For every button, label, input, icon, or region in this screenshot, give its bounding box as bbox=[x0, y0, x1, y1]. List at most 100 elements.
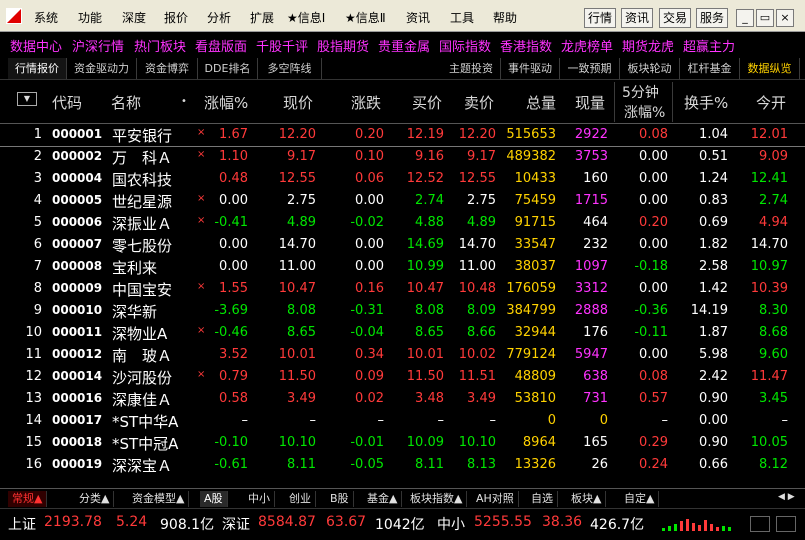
menu-news[interactable]: 资讯 bbox=[406, 9, 430, 26]
tab-sector-rotation[interactable]: 板块轮动 bbox=[620, 58, 680, 79]
table-row[interactable]: 14 000017 *ST中华A – – – – – 0 0 – 0.00 – bbox=[0, 410, 805, 432]
col-change[interactable]: 涨跌 bbox=[351, 92, 381, 113]
col-5min-pct[interactable]: 涨幅% bbox=[624, 102, 665, 122]
trade-button[interactable]: 交易 bbox=[659, 8, 691, 28]
row-index: 14 bbox=[25, 413, 42, 428]
quicklink-layout[interactable]: 看盘版面 bbox=[195, 36, 247, 55]
quicklink-hs-market[interactable]: 沪深行情 bbox=[72, 36, 124, 55]
close-icon[interactable]: × bbox=[776, 9, 794, 27]
table-row[interactable]: 2 000002 万 科Ａ × 1.10 9.17 0.10 9.16 9.17 489382 37… bbox=[0, 146, 805, 168]
menu-info-1[interactable]: ★信息Ⅰ bbox=[287, 9, 325, 26]
restore-icon[interactable]: ▭ bbox=[756, 9, 774, 27]
col-5min[interactable]: 5分钟 bbox=[622, 82, 659, 102]
tab-scroll-arrows-icon[interactable]: ◀ ▶ bbox=[778, 492, 795, 502]
btab-b-share[interactable]: B股 bbox=[326, 491, 354, 507]
table-row[interactable]: 3 000004 国农科技 0.48 12.55 0.06 12.52 12.55 10433 1… bbox=[0, 168, 805, 190]
sz-index-value[interactable]: 8584.87 bbox=[258, 514, 316, 530]
btab-regular[interactable]: 常规▲ bbox=[8, 491, 48, 507]
menu-quote[interactable]: 报价 bbox=[164, 9, 188, 26]
col-bid[interactable]: 买价 bbox=[412, 92, 442, 113]
table-row[interactable]: 1 000001 平安银行 × 1.67 12.20 0.20 12.19 12.20 51565… bbox=[0, 124, 805, 147]
row-turnover: 0.51 bbox=[699, 149, 728, 164]
app-logo-icon[interactable] bbox=[6, 8, 22, 24]
service-button[interactable]: 服务 bbox=[696, 8, 728, 28]
col-pct-change[interactable]: 涨幅% bbox=[204, 92, 248, 113]
btab-ah-compare[interactable]: AH对照 bbox=[472, 491, 519, 507]
quicklink-main-force[interactable]: 超赢主力 bbox=[683, 36, 735, 55]
table-row[interactable]: 5 000006 深振业Ａ × -0.41 4.89 -0.02 4.88 4.89 91715 4… bbox=[0, 212, 805, 234]
menu-help[interactable]: 帮助 bbox=[493, 9, 517, 26]
menu-info-2[interactable]: ★信息Ⅱ bbox=[345, 9, 386, 26]
quicklink-intl-index[interactable]: 国际指数 bbox=[439, 36, 491, 55]
row-pct-change: -0.61 bbox=[214, 457, 248, 472]
quicklink-data-center[interactable]: 数据中心 bbox=[10, 36, 62, 55]
btab-fund[interactable]: 基金▲ bbox=[363, 491, 403, 507]
tab-event-drive[interactable]: 事件驱动 bbox=[501, 58, 560, 79]
quicklink-hk-index[interactable]: 香港指数 bbox=[500, 36, 552, 55]
table-row[interactable]: 4 000005 世纪星源 × 0.00 2.75 0.00 2.74 2.75 75459 171… bbox=[0, 190, 805, 212]
btab-sme[interactable]: 中小 bbox=[244, 491, 275, 507]
col-price[interactable]: 现价 bbox=[283, 92, 313, 113]
tab-theme-invest[interactable]: 主题投资 bbox=[442, 58, 501, 79]
row-change: -0.02 bbox=[350, 215, 384, 230]
table-row[interactable]: 8 000009 中国宝安 × 1.55 10.47 0.16 10.47 10.48 17605… bbox=[0, 278, 805, 300]
table-row[interactable]: 12 000014 沙河股份 × 0.79 11.50 0.09 11.50 11.51 4880… bbox=[0, 366, 805, 388]
quicklink-futures-dragon[interactable]: 期货龙虎 bbox=[622, 36, 674, 55]
menu-function[interactable]: 功能 bbox=[78, 9, 102, 26]
tab-fund-game[interactable]: 资金博弈 bbox=[137, 58, 198, 79]
tab-dde-rank[interactable]: DDE排名 bbox=[198, 58, 258, 79]
menu-tools[interactable]: 工具 bbox=[450, 9, 474, 26]
column-menu-button[interactable]: ▼ bbox=[17, 92, 37, 106]
btab-sector-index[interactable]: 板块指数▲ bbox=[406, 491, 468, 507]
tab-long-short[interactable]: 多空阵线 bbox=[258, 58, 322, 79]
table-row[interactable]: 7 000008 宝利来 0.00 11.00 0.00 10.99 11.00 38037 10… bbox=[0, 256, 805, 278]
row-turnover: 0.83 bbox=[699, 193, 728, 208]
col-volume[interactable]: 总量 bbox=[526, 92, 556, 113]
table-row[interactable]: 6 000007 零七股份 0.00 14.70 0.00 14.69 14.70 33547 2… bbox=[0, 234, 805, 256]
btab-chinext[interactable]: 创业 bbox=[285, 491, 316, 507]
btab-custom[interactable]: 自定▲ bbox=[620, 491, 660, 507]
row-5min-pct: 0.57 bbox=[639, 391, 668, 406]
tab-consensus[interactable]: 一致预期 bbox=[560, 58, 620, 79]
col-dot: • bbox=[181, 96, 187, 107]
tab-leverage-fund[interactable]: 杠杆基金 bbox=[680, 58, 740, 79]
col-code[interactable]: 代码 bbox=[52, 92, 82, 113]
btab-watchlist[interactable]: 自选 bbox=[527, 491, 558, 507]
sh-index-value[interactable]: 2193.78 bbox=[44, 514, 102, 530]
row-bid: 10.99 bbox=[406, 259, 444, 274]
menu-depth[interactable]: 深度 bbox=[122, 9, 146, 26]
tab-quotes[interactable]: 行情报价 bbox=[8, 58, 67, 79]
tab-data-overview[interactable]: 数据纵览 bbox=[740, 58, 800, 79]
tab-fund-drive[interactable]: 资金驱动力 bbox=[67, 58, 137, 79]
btab-sector[interactable]: 板块▲ bbox=[567, 491, 607, 507]
menu-system[interactable]: 系统 bbox=[34, 9, 58, 26]
quicklink-stock-review[interactable]: 千股千评 bbox=[256, 36, 308, 55]
quote-button[interactable]: 行情 bbox=[584, 8, 616, 28]
quicklink-index-futures[interactable]: 股指期货 bbox=[317, 36, 369, 55]
col-open[interactable]: 今开 bbox=[756, 92, 786, 113]
zx-index-value[interactable]: 5255.55 bbox=[474, 514, 532, 530]
table-row[interactable]: 16 000019 深深宝Ａ -0.61 8.11 -0.05 8.11 8.13 13326 2… bbox=[0, 454, 805, 476]
table-row[interactable]: 13 000016 深康佳Ａ 0.58 3.49 0.02 3.48 3.49 53810 731… bbox=[0, 388, 805, 410]
minimize-icon[interactable]: _ bbox=[736, 9, 754, 27]
btab-fund-model[interactable]: 资金模型▲ bbox=[128, 491, 190, 507]
btab-a-share[interactable]: A股 bbox=[200, 491, 228, 507]
settings-icon[interactable] bbox=[776, 516, 796, 532]
col-ask[interactable]: 卖价 bbox=[464, 92, 494, 113]
table-row[interactable]: 15 000018 *ST中冠A -0.10 10.10 -0.01 10.09 10.10 8… bbox=[0, 432, 805, 454]
row-pct-change: 0.58 bbox=[219, 391, 248, 406]
btab-category[interactable]: 分类▲ bbox=[75, 491, 115, 507]
news-button[interactable]: 资讯 bbox=[621, 8, 653, 28]
col-cur-vol[interactable]: 现量 bbox=[575, 92, 605, 113]
table-row[interactable]: 11 000012 南 玻Ａ 3.52 10.01 0.34 10.01 10.02 77912… bbox=[0, 344, 805, 366]
monitor-icon[interactable] bbox=[750, 516, 770, 532]
quicklink-precious-metals[interactable]: 贵重金属 bbox=[378, 36, 430, 55]
table-row[interactable]: 9 000010 深华新 -3.69 8.08 -0.31 8.08 8.09 384799 28… bbox=[0, 300, 805, 322]
menu-analysis[interactable]: 分析 bbox=[207, 9, 231, 26]
menu-extend[interactable]: 扩展 bbox=[250, 9, 274, 26]
quicklink-hot-sector[interactable]: 热门板块 bbox=[134, 36, 186, 55]
col-name[interactable]: 名称 bbox=[111, 92, 141, 113]
quicklink-dragon-tiger[interactable]: 龙虎榜单 bbox=[561, 36, 613, 55]
col-turnover[interactable]: 换手% bbox=[684, 92, 728, 113]
table-row[interactable]: 10 000011 深物业A × -0.46 8.65 -0.04 8.65 8.66 32944… bbox=[0, 322, 805, 344]
